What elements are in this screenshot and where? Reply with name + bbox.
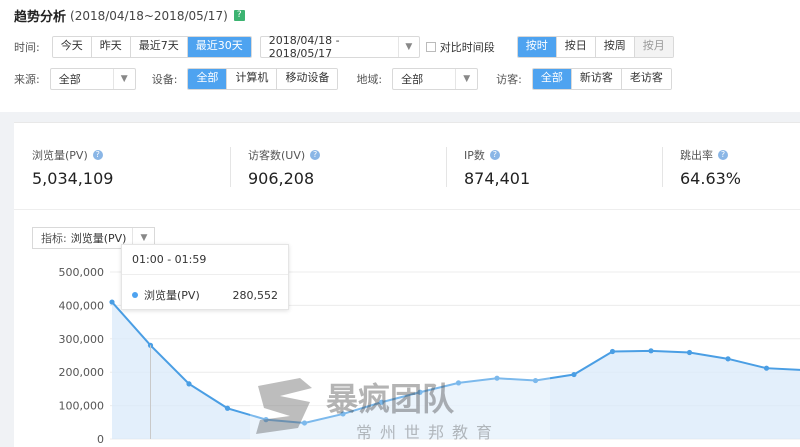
kpi-uv: 访客数(UV) ? 906,208	[248, 147, 321, 188]
time-7days-button[interactable]: 最近7天	[130, 37, 188, 57]
date-range-select[interactable]: 2018/04/18 - 2018/05/17 ▼	[259, 34, 420, 60]
region-label: 地域:	[356, 73, 383, 86]
device-all-button[interactable]: 全部	[188, 69, 228, 89]
compare-checkbox[interactable]	[425, 42, 436, 52]
granularity-day-button[interactable]: 按日	[556, 37, 596, 57]
visitor-label: 访客:	[496, 73, 522, 86]
granularity-hour-button[interactable]: 按时	[517, 37, 557, 57]
segment-filter-row: 来源: 全部 ▼ 设备: 全部 计算机 移动设备 地域: 全部 ▼ 访客: 全部…	[14, 68, 672, 90]
time-today-button[interactable]: 今天	[52, 37, 92, 57]
source-label: 来源:	[14, 73, 40, 86]
device-mobile-button[interactable]: 移动设备	[277, 69, 338, 89]
help-icon[interactable]: ?	[310, 150, 321, 160]
kpi-bounce-label: 跳出率	[680, 149, 713, 162]
watermark-main-text: 暴疯团队	[326, 380, 455, 418]
time-button-group: 今天 昨天 最近7天 最近30天	[51, 36, 252, 58]
page-header: 趋势分析 (2018/04/18~2018/05/17) ?	[14, 6, 245, 25]
kpi-ip-value: 874,401	[464, 169, 531, 188]
chevron-down-icon: ▼	[455, 69, 477, 89]
watermark-logo: 暴疯团队 常州世邦教育	[250, 372, 550, 447]
help-icon[interactable]: ?	[718, 150, 728, 160]
time-filter-row: 时间: 今天 昨天 最近7天 最近30天 2018/04/18 - 2018/0…	[14, 34, 674, 60]
time-label: 时间:	[14, 41, 40, 54]
device-computer-button[interactable]: 计算机	[227, 69, 278, 89]
kpi-pv-label: 浏览量(PV)	[32, 149, 88, 162]
metric-select-label: 指标:	[41, 232, 67, 245]
help-icon[interactable]: ?	[92, 150, 103, 160]
visitor-new-button[interactable]: 新访客	[571, 69, 622, 89]
tooltip-time: 01:00 - 01:59	[122, 245, 288, 275]
kpi-ip: IP数 ? 874,401	[464, 147, 530, 188]
page-title: 趋势分析	[14, 10, 67, 25]
help-icon[interactable]: ?	[233, 10, 245, 21]
kpi-uv-label: 访客数(UV)	[248, 149, 306, 162]
tooltip-series-name: 浏览量(PV)	[144, 289, 200, 302]
filter-panel: 趋势分析 (2018/04/18~2018/05/17) ? 时间: 今天 昨天…	[0, 0, 800, 112]
chevron-down-icon: ▼	[112, 69, 135, 89]
granularity-button-group: 按时 按日 按周 按月	[516, 36, 674, 58]
kpi-divider	[446, 147, 447, 187]
tooltip-value: 280,552	[232, 288, 279, 302]
time-yesterday-button[interactable]: 昨天	[91, 37, 131, 57]
kpi-ip-label: IP数	[464, 149, 485, 162]
kpi-uv-value: 906,208	[248, 169, 315, 188]
kpi-bounce-value: 64.63%	[680, 169, 742, 188]
kpi-divider	[230, 147, 231, 187]
series-dot-icon	[132, 292, 138, 298]
help-icon[interactable]: ?	[489, 150, 500, 160]
page-date-range: (2018/04/18~2018/05/17)	[70, 8, 228, 23]
chevron-down-icon: ▼	[398, 37, 419, 57]
kpi-pv: 浏览量(PV) ? 5,034,109	[32, 147, 113, 188]
device-label: 设备:	[151, 73, 178, 86]
device-button-group: 全部 计算机 移动设备	[187, 68, 339, 90]
chart-tooltip: 01:00 - 01:59 浏览量(PV) 280,552	[121, 244, 289, 310]
kpi-bounce: 跳出率 ? 64.63%	[680, 147, 741, 188]
kpi-divider	[662, 147, 663, 187]
granularity-month-button[interactable]: 按月	[634, 37, 673, 57]
compare-toggle[interactable]: 对比时间段	[425, 39, 495, 55]
source-select[interactable]: 全部 ▼	[49, 68, 136, 90]
kpi-pv-value: 5,034,109	[32, 169, 114, 188]
card-divider	[14, 209, 800, 210]
region-value: 全部	[401, 73, 424, 86]
compare-label: 对比时间段	[439, 41, 495, 54]
granularity-week-button[interactable]: 按周	[595, 37, 635, 57]
visitor-button-group: 全部 新访客 老访客	[531, 68, 672, 90]
source-value: 全部	[58, 73, 81, 86]
region-select[interactable]: 全部 ▼	[392, 68, 479, 90]
time-30days-button[interactable]: 最近30天	[187, 37, 251, 57]
date-range-value: 2018/04/18 - 2018/05/17	[268, 34, 340, 60]
visitor-returning-button[interactable]: 老访客	[621, 69, 671, 89]
visitor-all-button[interactable]: 全部	[532, 69, 572, 89]
watermark-sub-text: 常州世邦教育	[356, 423, 500, 442]
